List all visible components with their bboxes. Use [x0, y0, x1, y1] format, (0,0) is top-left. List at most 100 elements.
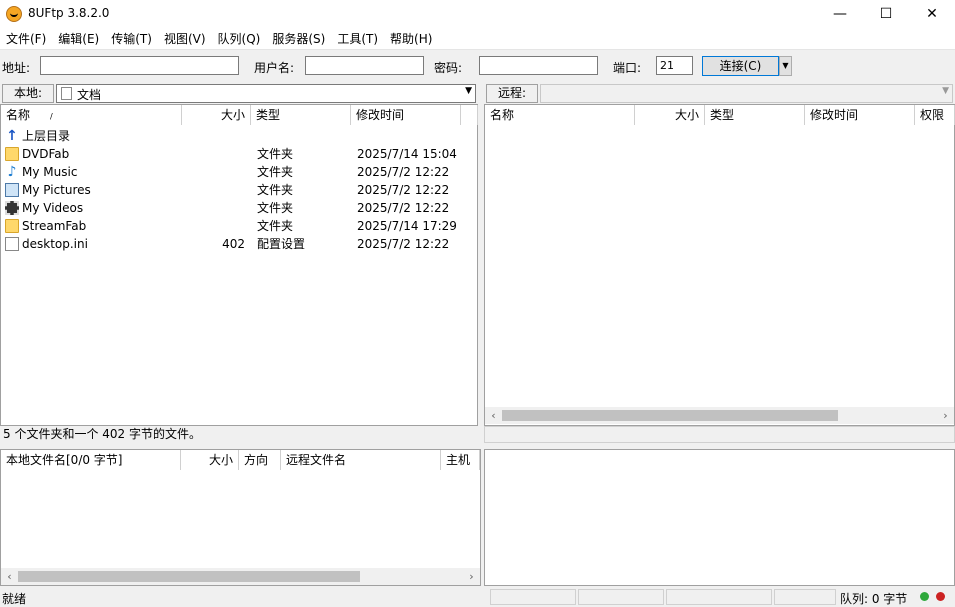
menu-help[interactable]: 帮助(H) [384, 28, 438, 50]
file-type: 文件夹 [257, 219, 294, 233]
remote-col-size[interactable]: 大小 [635, 105, 705, 125]
file-type: 文件夹 [257, 165, 294, 179]
folder-icon [5, 219, 19, 233]
chevron-down-icon[interactable]: ▼ [942, 86, 949, 96]
password-input[interactable] [479, 56, 598, 75]
file-modified: 2025/7/14 15:04 [357, 147, 457, 161]
menu-edit[interactable]: 编辑(E) [52, 28, 105, 50]
menu-view[interactable]: 视图(V) [158, 28, 212, 50]
remote-file-list: 名称 大小 类型 修改时间 权限 ‹ › [484, 104, 955, 426]
minimize-button[interactable]: — [817, 0, 863, 28]
file-name: My Videos [22, 201, 84, 215]
file-type: 配置设置 [257, 237, 306, 251]
remote-horizontal-scrollbar[interactable]: ‹ › [485, 407, 954, 424]
local-path-bar: 本地: 文档 ▼ [0, 82, 481, 104]
remote-status-text [484, 426, 955, 443]
queue-size-text: 队列: 0 字节 [840, 592, 908, 606]
remote-col-name[interactable]: 名称 [485, 105, 635, 125]
address-input[interactable] [40, 56, 239, 75]
local-col-name[interactable]: 名称 / [1, 105, 182, 125]
local-col-size[interactable]: 大小 [182, 105, 251, 125]
close-button[interactable]: ✕ [909, 0, 955, 28]
file-modified: 2025/7/2 12:22 [357, 183, 450, 197]
scroll-left-icon[interactable]: ‹ [485, 407, 502, 424]
queue-col-remote-file[interactable]: 远程文件名 [281, 450, 441, 470]
table-row[interactable]: My Videos 文件夹 2025/7/2 12:22 [1, 199, 477, 217]
download-indicator-icon [936, 592, 945, 601]
table-row[interactable]: StreamFab 文件夹 2025/7/14 17:29 [1, 217, 477, 235]
file-modified: 2025/7/2 12:22 [357, 237, 450, 251]
scroll-left-icon[interactable]: ‹ [1, 568, 18, 585]
local-col-type[interactable]: 类型 [251, 105, 351, 125]
title-bar: 8UFtp 3.8.2.0 — ☐ ✕ [0, 0, 955, 28]
log-pane [484, 449, 955, 586]
table-row[interactable]: DVDFab 文件夹 2025/7/14 15:04 [1, 145, 477, 163]
file-name: 上层目录 [22, 129, 71, 143]
maximize-button[interactable]: ☐ [863, 0, 909, 28]
local-col-modified[interactable]: 修改时间 [351, 105, 461, 125]
menu-tools[interactable]: 工具(T) [331, 28, 384, 50]
status-text: 就绪 [2, 592, 27, 606]
local-file-list: 名称 / 大小 类型 修改时间 ↑ 上层目录 DVDFab 文件夹 2025/7/14 1… [0, 104, 478, 426]
upload-indicator-icon [920, 592, 929, 601]
scroll-right-icon[interactable]: › [463, 568, 480, 585]
sort-arrow-icon: / [50, 112, 53, 121]
local-col-extra[interactable] [461, 105, 478, 125]
remote-col-permissions[interactable]: 权限 [915, 105, 955, 125]
document-icon [61, 87, 72, 100]
up-folder-icon: ↑ [6, 128, 18, 144]
port-input[interactable] [656, 56, 693, 75]
username-input[interactable] [305, 56, 424, 75]
username-label: 用户名: [254, 61, 295, 75]
table-row[interactable]: ↑ 上层目录 [1, 127, 477, 145]
window-title: 8UFtp 3.8.2.0 [28, 6, 110, 20]
queue-horizontal-scrollbar[interactable]: ‹ › [1, 568, 480, 585]
local-status-text: 5 个文件夹和一个 402 字节的文件。 [0, 426, 481, 443]
status-cell [666, 589, 772, 605]
file-name: desktop.ini [22, 237, 88, 251]
connect-button[interactable]: 连接(C) [702, 56, 779, 76]
remote-path-bar: 远程: ▼ [484, 82, 955, 104]
connect-dropdown-icon[interactable]: ▼ [779, 56, 792, 76]
remote-col-type[interactable]: 类型 [705, 105, 805, 125]
chevron-down-icon[interactable]: ▼ [465, 86, 472, 96]
file-name: My Pictures [22, 183, 91, 197]
pictures-icon [5, 183, 19, 197]
settings-file-icon [5, 237, 19, 251]
table-row[interactable]: My Pictures 文件夹 2025/7/2 12:22 [1, 181, 477, 199]
file-type: 文件夹 [257, 201, 294, 215]
scroll-thumb[interactable] [502, 410, 838, 421]
scroll-thumb[interactable] [18, 571, 360, 582]
file-name: StreamFab [22, 219, 87, 233]
folder-icon [5, 147, 19, 161]
menu-bar: 文件(F) 编辑(E) 传输(T) 视图(V) 队列(Q) 服务器(S) 工具(T) 帮助(H… [0, 28, 955, 50]
menu-file[interactable]: 文件(F) [0, 28, 52, 50]
status-cell [578, 589, 664, 605]
queue-list: 本地文件名[0/0 字节] 大小 方向 远程文件名 主机 ‹ › [0, 449, 481, 586]
queue-col-size[interactable]: 大小 [181, 450, 239, 470]
local-path-dropdown[interactable]: 文档 ▼ [56, 84, 476, 103]
port-label: 端口: [613, 61, 642, 75]
file-type: 文件夹 [257, 147, 294, 161]
menu-queue[interactable]: 队列(Q) [212, 28, 267, 50]
menu-transfer[interactable]: 传输(T) [105, 28, 158, 50]
menu-server[interactable]: 服务器(S) [266, 28, 331, 50]
status-bar: 就绪 队列: 0 字节 [0, 588, 955, 606]
file-name: My Music [22, 165, 78, 179]
file-modified: 2025/7/14 17:29 [357, 219, 457, 233]
password-label: 密码: [434, 61, 463, 75]
table-row[interactable]: desktop.ini 402 配置设置 2025/7/2 12:22 [1, 235, 477, 253]
scroll-right-icon[interactable]: › [937, 407, 954, 424]
remote-path-dropdown[interactable]: ▼ [540, 84, 953, 103]
table-row[interactable]: ♪ My Music 文件夹 2025/7/2 12:22 [1, 163, 477, 181]
remote-label: 远程: [486, 84, 538, 103]
local-path-text: 文档 [77, 88, 102, 102]
file-modified: 2025/7/2 12:22 [357, 165, 450, 179]
queue-col-local-file[interactable]: 本地文件名[0/0 字节] [1, 450, 181, 470]
status-cell [490, 589, 576, 605]
queue-col-host[interactable]: 主机 [441, 450, 480, 470]
music-note-icon: ♪ [7, 164, 17, 180]
remote-col-modified[interactable]: 修改时间 [805, 105, 915, 125]
queue-col-direction[interactable]: 方向 [239, 450, 281, 470]
file-name: DVDFab [22, 147, 70, 161]
